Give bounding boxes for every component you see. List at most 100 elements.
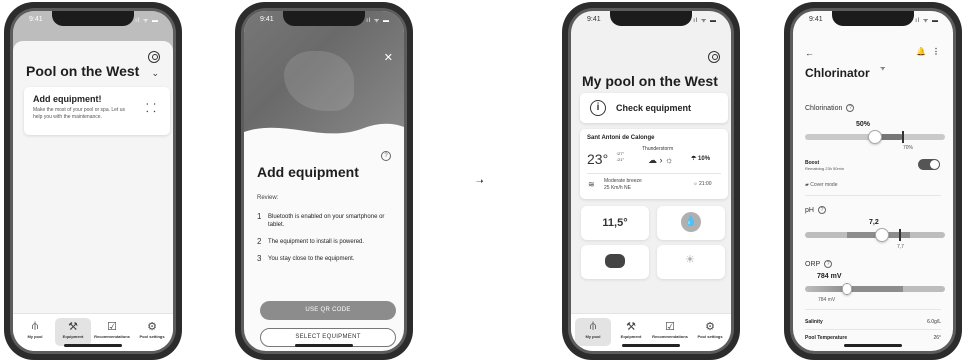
- phone-notch: [832, 11, 914, 26]
- settings-icon: ⚙: [705, 321, 715, 333]
- orp-target: 784 mV: [818, 297, 836, 303]
- tab-pool-settings[interactable]: ⚙ Pool settings: [134, 318, 170, 346]
- card-title: Add equipment!: [33, 94, 102, 104]
- boost-toggle[interactable]: [918, 159, 940, 170]
- signal-icon: ıl ᯤ ▬: [693, 18, 717, 24]
- check-equipment-button[interactable]: i Check equipment: [580, 93, 728, 123]
- pool-temp-label: Pool Temperature: [805, 335, 848, 341]
- chlorination-label: Chlorination?: [805, 104, 855, 112]
- storm-to-sun-icon: ☁ › ☼: [648, 155, 674, 165]
- help-icon[interactable]: ?: [817, 206, 826, 214]
- back-arrow-icon[interactable]: ←: [805, 48, 814, 58]
- review-label: Review:: [257, 195, 279, 201]
- close-icon[interactable]: ✕: [384, 51, 393, 64]
- account-icon[interactable]: [708, 51, 720, 63]
- orp-value: 784 mV: [817, 273, 842, 280]
- boost-remaining: Remaining 23h 50min: [805, 166, 844, 171]
- weather-location: Sant Antoni de Calonge: [587, 135, 655, 141]
- card-text: Make the most of your pool or spa. Let u…: [33, 107, 125, 120]
- wind-info: Moderate breeze 25 Km/h NE: [604, 178, 642, 191]
- pool-icon: [605, 254, 625, 268]
- tab-recommendations[interactable]: ☑ Recommendations: [94, 318, 130, 346]
- status-time: 9:41: [29, 16, 43, 23]
- water-drop-icon: 💧: [681, 212, 701, 232]
- screen-my-pool: 9:41 ıl ᯤ ▬ My pool on the West i Check …: [571, 11, 731, 351]
- bell-icon[interactable]: 🔔: [916, 47, 926, 56]
- help-icon[interactable]: ?: [381, 151, 391, 161]
- tab-pool-settings[interactable]: ⚙ Pool settings: [692, 318, 728, 346]
- tab-my-pool[interactable]: ⫛ My pool: [17, 318, 53, 346]
- page-title: Chlorinator: [805, 66, 870, 80]
- gauge-knob: [842, 283, 852, 295]
- chlorination-target: 70%: [903, 145, 914, 151]
- cover-icon: ▰: [805, 182, 809, 188]
- tab-my-pool[interactable]: ⫛ My pool: [575, 318, 611, 346]
- status-time: 9:41: [260, 16, 274, 23]
- phone-pool-home: 9:41 ıl ᯤ ▬ Pool on the West ⌄ Add equip…: [4, 2, 182, 360]
- phone-notch: [52, 11, 134, 26]
- target-marker: [899, 229, 902, 241]
- help-icon[interactable]: ?: [846, 104, 855, 112]
- ph-value: 7,2: [869, 219, 879, 226]
- account-icon[interactable]: [148, 51, 160, 63]
- bulb-icon: ☀: [685, 254, 695, 266]
- phone-chlorinator: 9:41 ıl ᯤ ▬ ← 🔔 ⋮ Chlorinator ᯤ Chlorina…: [784, 2, 962, 360]
- wifi-icon: ᯤ: [880, 66, 886, 72]
- phone-notch: [283, 11, 365, 26]
- weather-minmax: ↑27° ↓21°: [616, 151, 625, 162]
- tab-recommendations[interactable]: ☑ Recommendations: [652, 318, 688, 346]
- water-quality-tile[interactable]: 💧: [657, 206, 725, 240]
- step-item: 3 You stay close to the equipment.: [257, 254, 355, 263]
- chlorination-slider[interactable]: [805, 130, 945, 144]
- home-indicator: [64, 344, 122, 347]
- screen-pool-home: 9:41 ıl ᯤ ▬ Pool on the West ⌄ Add equip…: [13, 11, 173, 351]
- use-qr-code-button[interactable]: USE QR CODE: [260, 301, 396, 320]
- settings-icon: ⚙: [147, 321, 157, 333]
- equipment-icon: ⚒: [626, 321, 636, 333]
- home-indicator: [295, 344, 353, 347]
- lighting-tile[interactable]: ☀: [657, 245, 725, 279]
- tab-equipment[interactable]: ⚒ Equipment: [55, 318, 91, 346]
- chlorination-value: 50%: [856, 121, 871, 128]
- home-indicator: [622, 344, 680, 347]
- ph-gauge: [805, 228, 945, 242]
- cover-mode[interactable]: ▰ Cover mode: [805, 182, 837, 188]
- slider-knob[interactable]: [868, 130, 882, 144]
- water-temp-tile[interactable]: 11,5°: [581, 206, 649, 240]
- orp-gauge: [805, 283, 945, 295]
- gauge-knob: [875, 228, 889, 242]
- weather-condition: Thunderstorm: [642, 146, 674, 152]
- hero-photo: [244, 11, 404, 140]
- pool-title[interactable]: My pool on the West: [582, 73, 718, 89]
- salinity-label: Salinity: [805, 319, 823, 325]
- pool-ladder-icon: ⫛: [31, 320, 39, 332]
- weather-temp: 23°: [587, 151, 609, 167]
- pool-ladder-icon: ⫛: [589, 320, 597, 332]
- step-item: 2 The equipment to install is powered.: [257, 237, 365, 246]
- tab-equipment[interactable]: ⚒ Equipment: [613, 318, 649, 346]
- pool-equipment-tile[interactable]: [581, 245, 649, 279]
- screen-add-equipment: 9:41 ıl ᯤ ▬ ✕ ? Add equipment Review: 1 …: [244, 11, 404, 351]
- screen-chlorinator: 9:41 ıl ᯤ ▬ ← 🔔 ⋮ Chlorinator ᯤ Chlorina…: [793, 11, 953, 351]
- chevron-down-icon[interactable]: ⌄: [151, 68, 159, 79]
- recommendations-icon: ☑: [665, 321, 675, 333]
- rain-chance: ☂ 10%: [691, 156, 711, 162]
- more-options-icon[interactable]: ⋮: [932, 47, 940, 56]
- pool-temp-value: 26°: [933, 335, 941, 341]
- signal-icon: ıl ᯤ ▬: [366, 18, 390, 24]
- help-icon[interactable]: ?: [824, 260, 833, 268]
- add-equipment-card[interactable]: Add equipment! Make the most of your poo…: [24, 87, 170, 135]
- weather-card[interactable]: Sant Antoni de Calonge 23° ↑27° ↓21° Thu…: [580, 129, 728, 199]
- pool-title[interactable]: Pool on the West: [26, 63, 139, 79]
- sunset-time: ☼ 21:00: [693, 181, 712, 187]
- status-time: 9:41: [587, 16, 601, 23]
- wave-divider: [244, 123, 404, 140]
- flow-arrow-icon: ➝: [476, 176, 484, 186]
- signal-icon: ıl ᯤ ▬: [915, 18, 939, 24]
- recommendations-icon: ☑: [107, 321, 117, 333]
- page-title: Add equipment: [257, 164, 359, 180]
- home-indicator: [844, 344, 902, 347]
- phone-my-pool: 9:41 ıl ᯤ ▬ My pool on the West i Check …: [562, 2, 740, 360]
- orp-label: ORP?: [805, 260, 833, 268]
- equipment-icon: ⚒: [68, 321, 78, 333]
